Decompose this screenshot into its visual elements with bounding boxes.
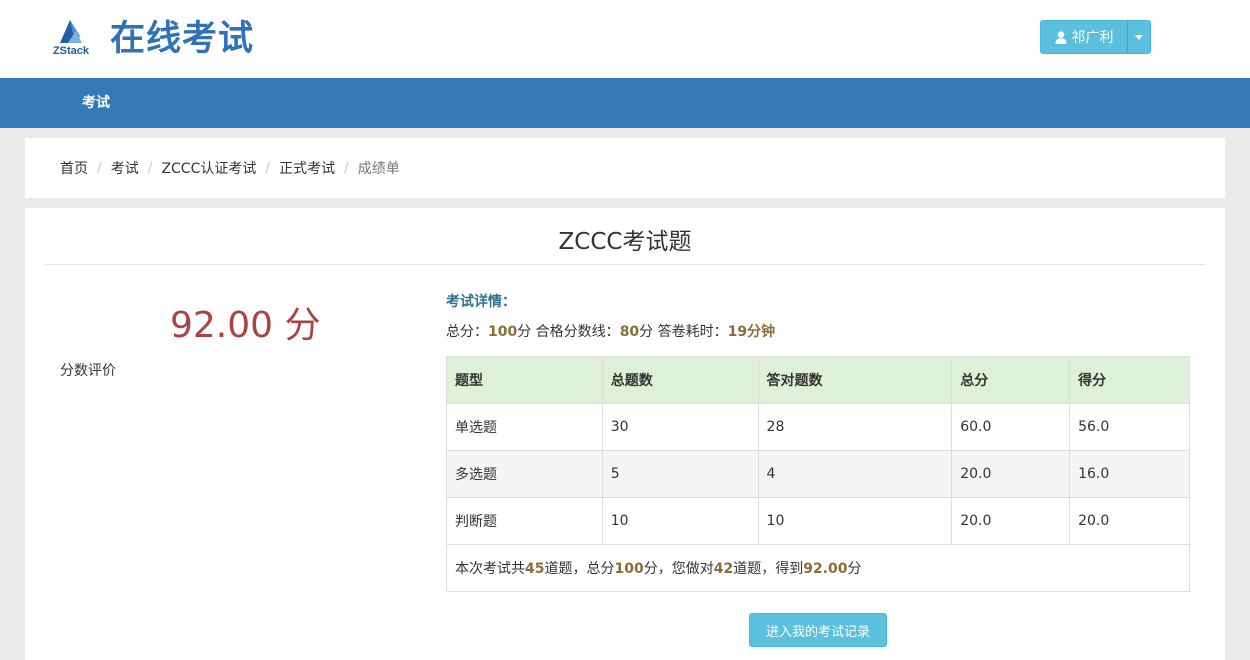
time-label: 答卷耗时：	[653, 324, 728, 340]
table-cell: 28	[757, 403, 953, 451]
table-header-row: 题型 总题数 答对题数 总分 得分	[446, 356, 1190, 404]
user-dropdown-toggle[interactable]	[1128, 21, 1150, 53]
logo-mark-icon	[60, 20, 82, 43]
column-header: 总题数	[601, 356, 759, 404]
summary-text: 道题，得到	[733, 561, 804, 577]
user-name-button[interactable]: 祁广利	[1041, 21, 1127, 53]
breadcrumb-current: 成绩单	[357, 161, 400, 177]
pass-score-value: 80	[619, 324, 640, 340]
top-header: ZStack 在线考试 祁广利	[0, 0, 1250, 78]
table-cell: 10	[601, 497, 759, 545]
breadcrumb-zccc[interactable]: ZCCC认证考试	[161, 158, 256, 178]
table-cell: 20.0	[951, 497, 1071, 545]
results-table: 题型 总题数 答对题数 总分 得分 单选题 30 28 60.0 56.0 多选…	[446, 356, 1190, 592]
table-cell: 4	[757, 450, 953, 498]
total-unit: 分	[517, 324, 532, 340]
table-cell: 判断题	[446, 497, 603, 545]
exam-records-button[interactable]: 进入我的考试记录	[749, 613, 887, 647]
table-cell: 20.0	[951, 450, 1071, 498]
nav-item-exam[interactable]: 考试	[82, 78, 110, 128]
breadcrumb: 首页 / 考试 / ZCCC认证考试 / 正式考试 / 成绩单	[60, 138, 400, 198]
title-divider	[45, 264, 1205, 265]
table-row: 多选题 5 4 20.0 16.0	[446, 450, 1190, 498]
column-header: 题型	[446, 356, 603, 404]
table-cell: 20.0	[1069, 497, 1190, 545]
summary-text: 分，您做对	[643, 561, 714, 577]
breadcrumb-separator: /	[265, 160, 271, 176]
app-title: 在线考试	[110, 19, 255, 59]
user-menu-button[interactable]: 祁广利	[1040, 20, 1151, 54]
summary-text: 本次考试共	[455, 561, 525, 577]
zstack-logo[interactable]: ZStack	[46, 18, 96, 58]
user-icon	[1055, 30, 1066, 44]
pass-unit: 分	[639, 324, 654, 340]
time-spent-value: 19分钟	[727, 324, 776, 340]
exam-details-line: 总分：100分 合格分数线：80分 答卷耗时：19分钟	[446, 321, 775, 341]
total-label: 总分：	[446, 324, 488, 340]
table-cell: 多选题	[446, 450, 603, 498]
result-panel: ZCCC考试题 92.00 分 分数评价 考试详情： 总分：100分 合格分数线…	[25, 208, 1225, 660]
breadcrumb-panel: 首页 / 考试 / ZCCC认证考试 / 正式考试 / 成绩单	[25, 138, 1225, 198]
breadcrumb-formal-exam[interactable]: 正式考试	[279, 158, 335, 178]
breadcrumb-exam[interactable]: 考试	[111, 158, 139, 178]
pass-label: 合格分数线：	[531, 324, 620, 340]
table-cell: 5	[601, 450, 759, 498]
summary-score: 92.00	[803, 561, 848, 577]
table-cell: 60.0	[951, 403, 1071, 451]
question-count: 45	[525, 561, 545, 577]
table-cell: 10	[757, 497, 953, 545]
score-evaluation-label: 分数评价	[60, 363, 116, 379]
column-header: 总分	[951, 356, 1071, 404]
table-cell: 单选题	[446, 403, 603, 451]
summary-row: 本次考试共45道题，总分100分，您做对42道题，得到92.00分	[446, 544, 1190, 592]
column-header: 答对题数	[757, 356, 953, 404]
table-cell: 30	[601, 403, 759, 451]
column-header: 得分	[1069, 356, 1190, 404]
table-row: 判断题 10 10 20.0 20.0	[446, 497, 1190, 545]
user-name: 祁广利	[1071, 30, 1114, 46]
breadcrumb-separator: /	[97, 160, 102, 176]
breadcrumb-separator: /	[344, 160, 349, 176]
summary-text: 道题，总分	[544, 561, 615, 577]
chevron-down-icon	[1135, 34, 1143, 40]
main-navbar: 考试	[0, 78, 1250, 128]
table-cell: 56.0	[1069, 403, 1190, 451]
total-score-value: 100	[488, 324, 518, 340]
table-cell: 16.0	[1069, 450, 1190, 498]
final-score: 92.00 分	[170, 305, 321, 346]
summary-text: 分	[847, 561, 862, 577]
table-row: 单选题 30 28 60.0 56.0	[446, 403, 1190, 451]
logo-text: ZStack	[52, 45, 90, 57]
exam-title: ZCCC考试题	[558, 229, 692, 255]
breadcrumb-home[interactable]: 首页	[60, 158, 88, 178]
breadcrumb-separator: /	[147, 160, 153, 176]
details-heading: 考试详情：	[446, 294, 516, 310]
summary-total-score: 100	[614, 561, 644, 577]
summary-cell: 本次考试共45道题，总分100分，您做对42道题，得到92.00分	[446, 544, 1190, 592]
correct-count: 42	[713, 561, 734, 577]
